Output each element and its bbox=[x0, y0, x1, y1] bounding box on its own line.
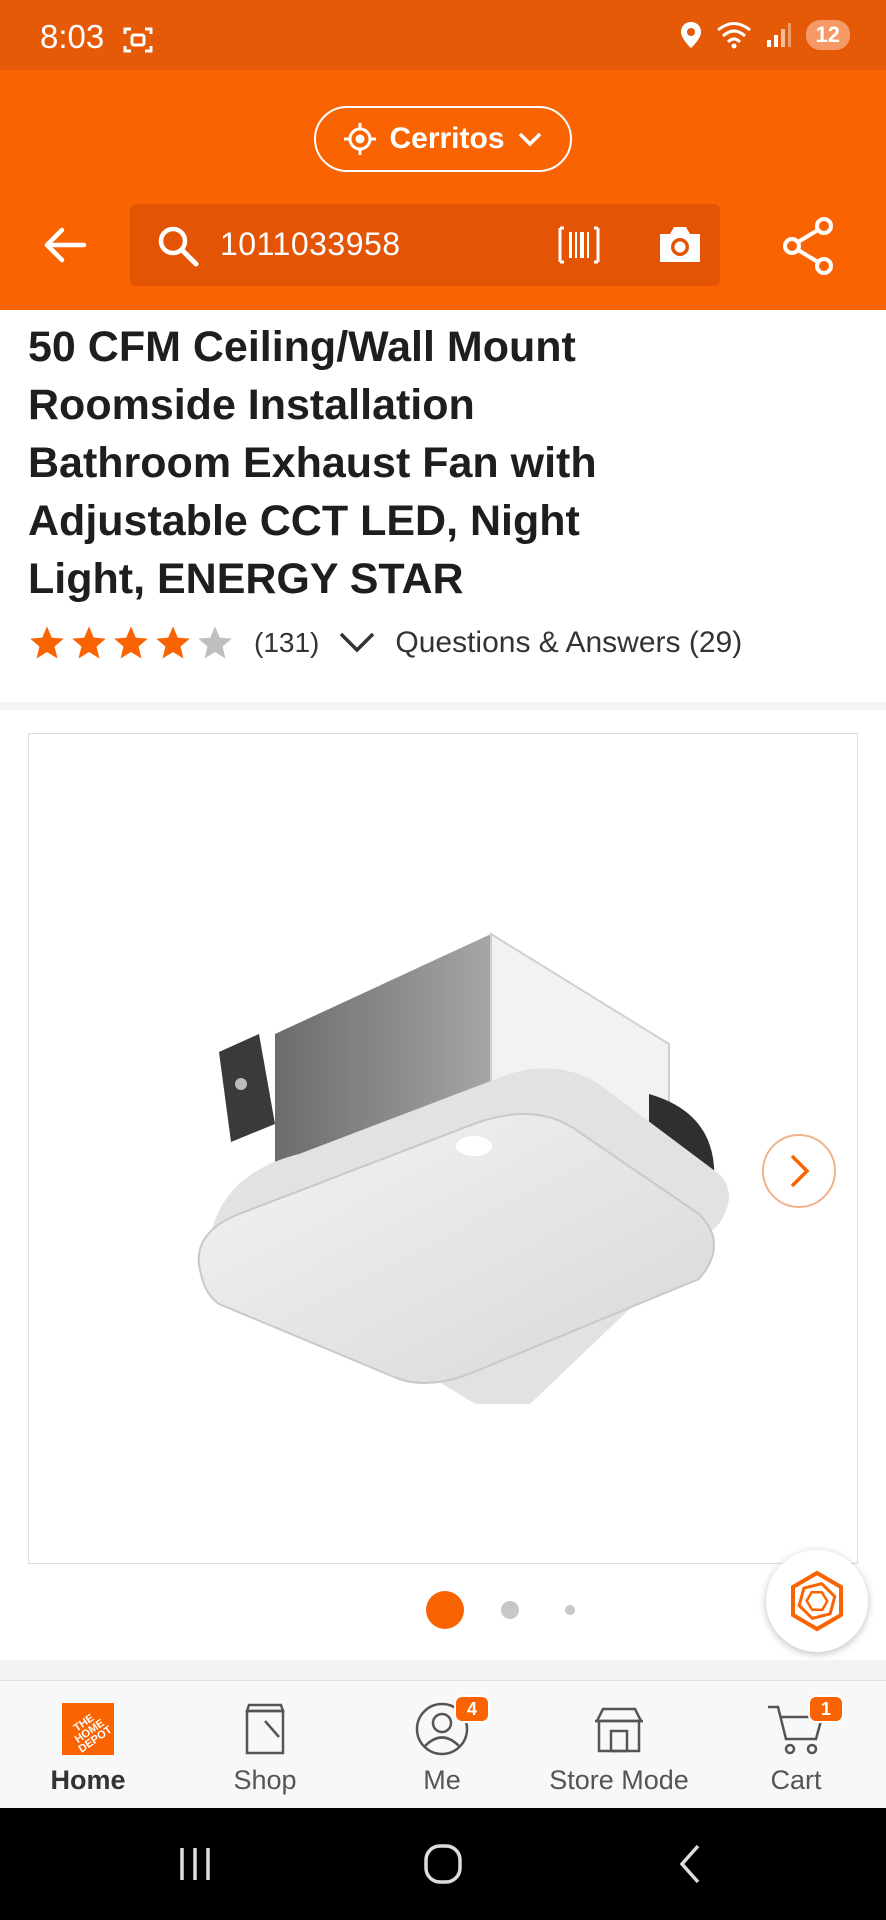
star-rating[interactable] bbox=[28, 624, 234, 662]
search-icon bbox=[158, 226, 199, 267]
bottom-nav: THE HOME DEPOT Home Shop 4 Me Store Mode… bbox=[0, 1680, 886, 1808]
status-bar: 8:03 12 bbox=[0, 0, 886, 70]
section-divider bbox=[0, 1660, 886, 1680]
wifi-icon bbox=[716, 22, 751, 49]
star-icon bbox=[198, 626, 232, 659]
me-badge: 4 bbox=[454, 1695, 490, 1723]
nav-label-store-mode: Store Mode bbox=[549, 1765, 689, 1795]
location-target-icon bbox=[344, 123, 377, 155]
product-title: 50 CFM Ceiling/Wall Mount Roomside Insta… bbox=[28, 323, 597, 603]
camera-icon[interactable] bbox=[656, 222, 704, 266]
rating-row: (131) Questions & Answers (29) bbox=[28, 620, 742, 666]
search-query: 1011033958 bbox=[220, 226, 401, 262]
chevron-right-icon bbox=[790, 1154, 810, 1188]
recent-apps-icon[interactable] bbox=[170, 1842, 220, 1886]
nav-item-home[interactable]: THE HOME DEPOT Home bbox=[0, 1681, 176, 1809]
nav-item-me[interactable]: 4 Me bbox=[354, 1681, 530, 1809]
chevron-down-icon bbox=[518, 132, 541, 147]
store-icon bbox=[594, 1707, 644, 1753]
status-time: 8:03 bbox=[40, 18, 105, 55]
star-icon bbox=[156, 626, 190, 659]
assistant-button[interactable] bbox=[766, 1550, 868, 1652]
nav-item-shop[interactable]: Shop bbox=[177, 1681, 353, 1809]
star-icon bbox=[72, 626, 106, 659]
cart-icon-wrap: 1 bbox=[766, 1695, 844, 1757]
back-nav-icon[interactable] bbox=[666, 1842, 716, 1886]
nav-label-shop: Shop bbox=[233, 1765, 297, 1795]
product-image bbox=[197, 932, 729, 1404]
home-button-icon[interactable] bbox=[418, 1842, 468, 1886]
hexagon-logo-icon bbox=[791, 1570, 843, 1632]
carousel-dots bbox=[0, 1590, 886, 1630]
carousel-dot[interactable] bbox=[426, 1591, 464, 1629]
nav-label-home: Home bbox=[50, 1765, 126, 1795]
home-depot-logo-icon: THE HOME DEPOT bbox=[62, 1703, 115, 1755]
user-icon-wrap: 4 bbox=[412, 1695, 490, 1757]
screenshot-icon bbox=[123, 27, 153, 53]
status-icons: 12 bbox=[680, 20, 850, 50]
cart-badge: 1 bbox=[808, 1695, 844, 1723]
carousel-dot[interactable] bbox=[501, 1601, 519, 1619]
back-arrow-icon[interactable] bbox=[40, 220, 90, 270]
signal-icon bbox=[766, 23, 791, 47]
nav-label-cart: Cart bbox=[770, 1765, 822, 1795]
nav-item-store-mode[interactable]: Store Mode bbox=[531, 1681, 707, 1809]
chevron-down-icon[interactable] bbox=[337, 628, 377, 658]
questions-answers-link[interactable]: Questions & Answers (29) bbox=[395, 626, 742, 660]
nav-label-me: Me bbox=[423, 1765, 461, 1795]
store-name: Cerritos bbox=[389, 122, 505, 155]
store-selector[interactable]: Cerritos bbox=[314, 106, 572, 172]
barcode-scan-icon[interactable] bbox=[558, 226, 600, 264]
next-image-button[interactable] bbox=[762, 1134, 836, 1208]
search-input[interactable]: 1011033958 bbox=[130, 204, 720, 286]
shop-bag-icon bbox=[245, 1703, 285, 1755]
review-count[interactable]: (131) bbox=[254, 627, 319, 659]
star-icon bbox=[114, 626, 148, 659]
battery-indicator: 12 bbox=[805, 20, 850, 50]
star-icon bbox=[30, 626, 64, 659]
app-header: Cerritos 1011033958 bbox=[0, 70, 886, 310]
location-icon bbox=[680, 22, 701, 48]
carousel-dot[interactable] bbox=[565, 1605, 575, 1615]
share-icon[interactable] bbox=[780, 216, 836, 276]
nav-item-cart[interactable]: 1 Cart bbox=[708, 1681, 884, 1809]
product-image-carousel[interactable] bbox=[28, 733, 858, 1564]
system-navigation-bar bbox=[0, 1808, 886, 1920]
section-divider bbox=[0, 702, 886, 710]
